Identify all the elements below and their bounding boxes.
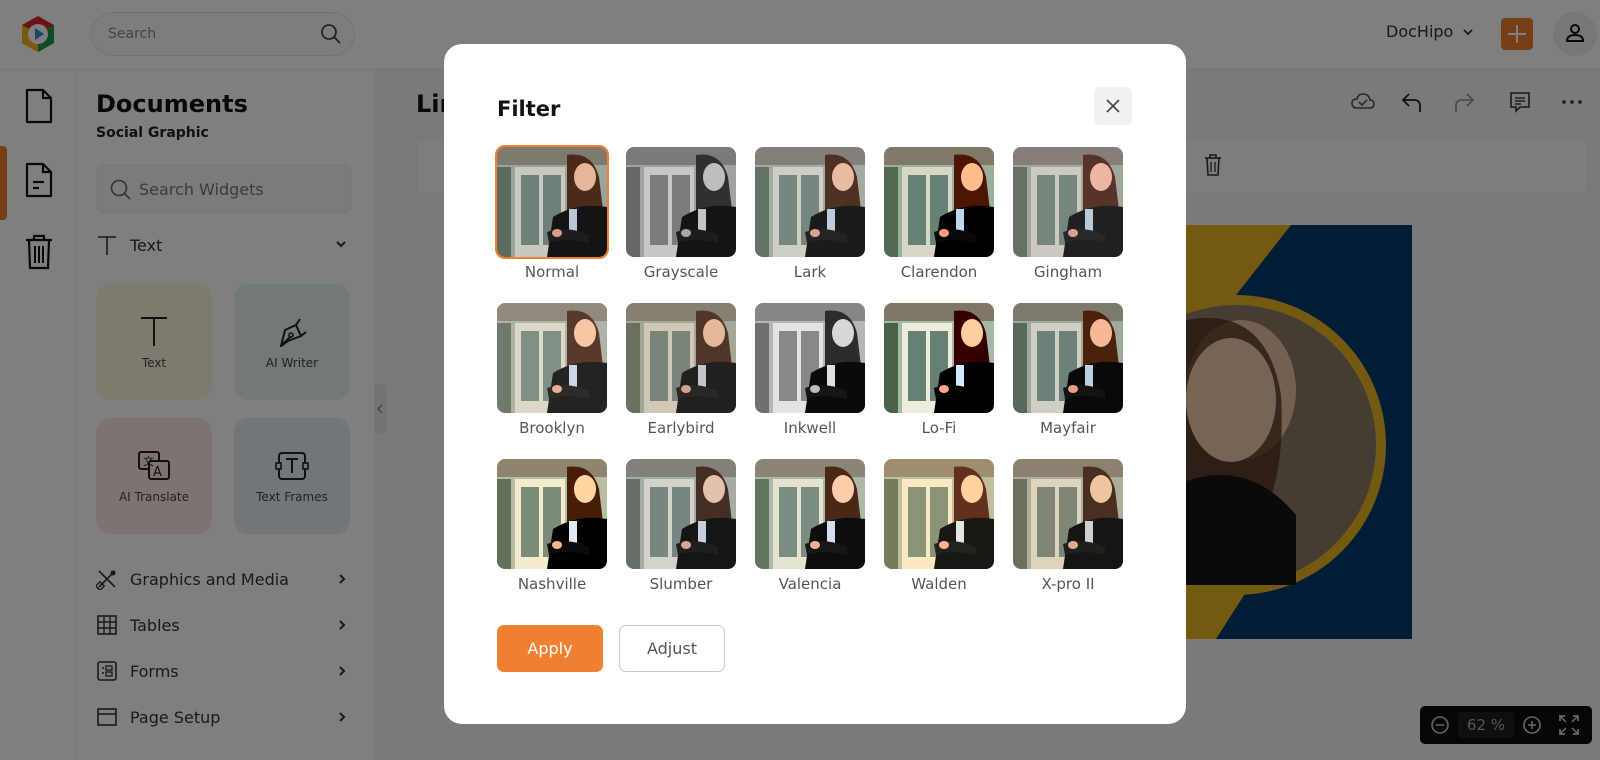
filter-option-walden[interactable]: Walden xyxy=(884,459,994,593)
filter-thumbnail[interactable] xyxy=(884,459,994,569)
filter-thumbnail[interactable] xyxy=(884,147,994,257)
filter-option-mayfair[interactable]: Mayfair xyxy=(1013,303,1123,437)
filter-option-grayscale[interactable]: Grayscale xyxy=(626,147,736,281)
filter-thumbnail[interactable] xyxy=(755,459,865,569)
filter-option-nashville[interactable]: Nashville xyxy=(497,459,607,593)
filter-label: Clarendon xyxy=(900,263,978,281)
filter-option-clarendon[interactable]: Clarendon xyxy=(884,147,994,281)
dialog-title: Filter xyxy=(497,97,561,121)
filter-thumbnail[interactable] xyxy=(497,459,607,569)
filter-thumbnail[interactable] xyxy=(626,303,736,413)
filter-dialog: Filter Normal Grayscale Lark Clarendon Gingh… xyxy=(444,44,1186,724)
filter-label: Earlybird xyxy=(647,419,715,437)
filter-label: Mayfair xyxy=(1040,419,1096,437)
filter-label: Slumber xyxy=(649,575,713,593)
filter-option-lark[interactable]: Lark xyxy=(755,147,865,281)
filter-thumbnail[interactable] xyxy=(1013,147,1123,257)
filter-option-valencia[interactable]: Valencia xyxy=(755,459,865,593)
filter-option-x-pro-ii[interactable]: X-pro II xyxy=(1013,459,1123,593)
filter-label: Valencia xyxy=(778,575,842,593)
filter-option-lo-fi[interactable]: Lo-Fi xyxy=(884,303,994,437)
filter-label: X-pro II xyxy=(1041,575,1095,593)
filter-label: Walden xyxy=(911,575,967,593)
filter-option-brooklyn[interactable]: Brooklyn xyxy=(497,303,607,437)
apply-button[interactable]: Apply xyxy=(497,625,603,672)
filter-thumbnail[interactable] xyxy=(755,147,865,257)
filter-label: Lark xyxy=(793,263,827,281)
filter-label: Grayscale xyxy=(643,263,719,281)
filter-label: Nashville xyxy=(517,575,587,593)
filter-option-slumber[interactable]: Slumber xyxy=(626,459,736,593)
adjust-button[interactable]: Adjust xyxy=(619,625,725,672)
filter-label: Gingham xyxy=(1033,263,1103,281)
filter-thumbnail[interactable] xyxy=(626,147,736,257)
filter-option-normal[interactable]: Normal xyxy=(495,145,609,281)
filter-thumbnail[interactable] xyxy=(1013,303,1123,413)
filter-thumbnail[interactable] xyxy=(1013,459,1123,569)
filter-option-inkwell[interactable]: Inkwell xyxy=(755,303,865,437)
filter-thumbnail[interactable] xyxy=(626,459,736,569)
filter-option-earlybird[interactable]: Earlybird xyxy=(626,303,736,437)
close-button[interactable] xyxy=(1094,87,1132,125)
filter-option-gingham[interactable]: Gingham xyxy=(1013,147,1123,281)
filter-label: Inkwell xyxy=(783,419,837,437)
filter-label: Brooklyn xyxy=(519,419,585,437)
filter-thumbnail[interactable] xyxy=(884,303,994,413)
filter-label: Lo-Fi xyxy=(921,419,957,437)
filter-label: Normal xyxy=(524,263,580,281)
filter-thumbnail[interactable] xyxy=(495,145,609,259)
filter-thumbnail[interactable] xyxy=(497,303,607,413)
close-icon xyxy=(1106,99,1120,113)
filter-thumbnail[interactable] xyxy=(755,303,865,413)
